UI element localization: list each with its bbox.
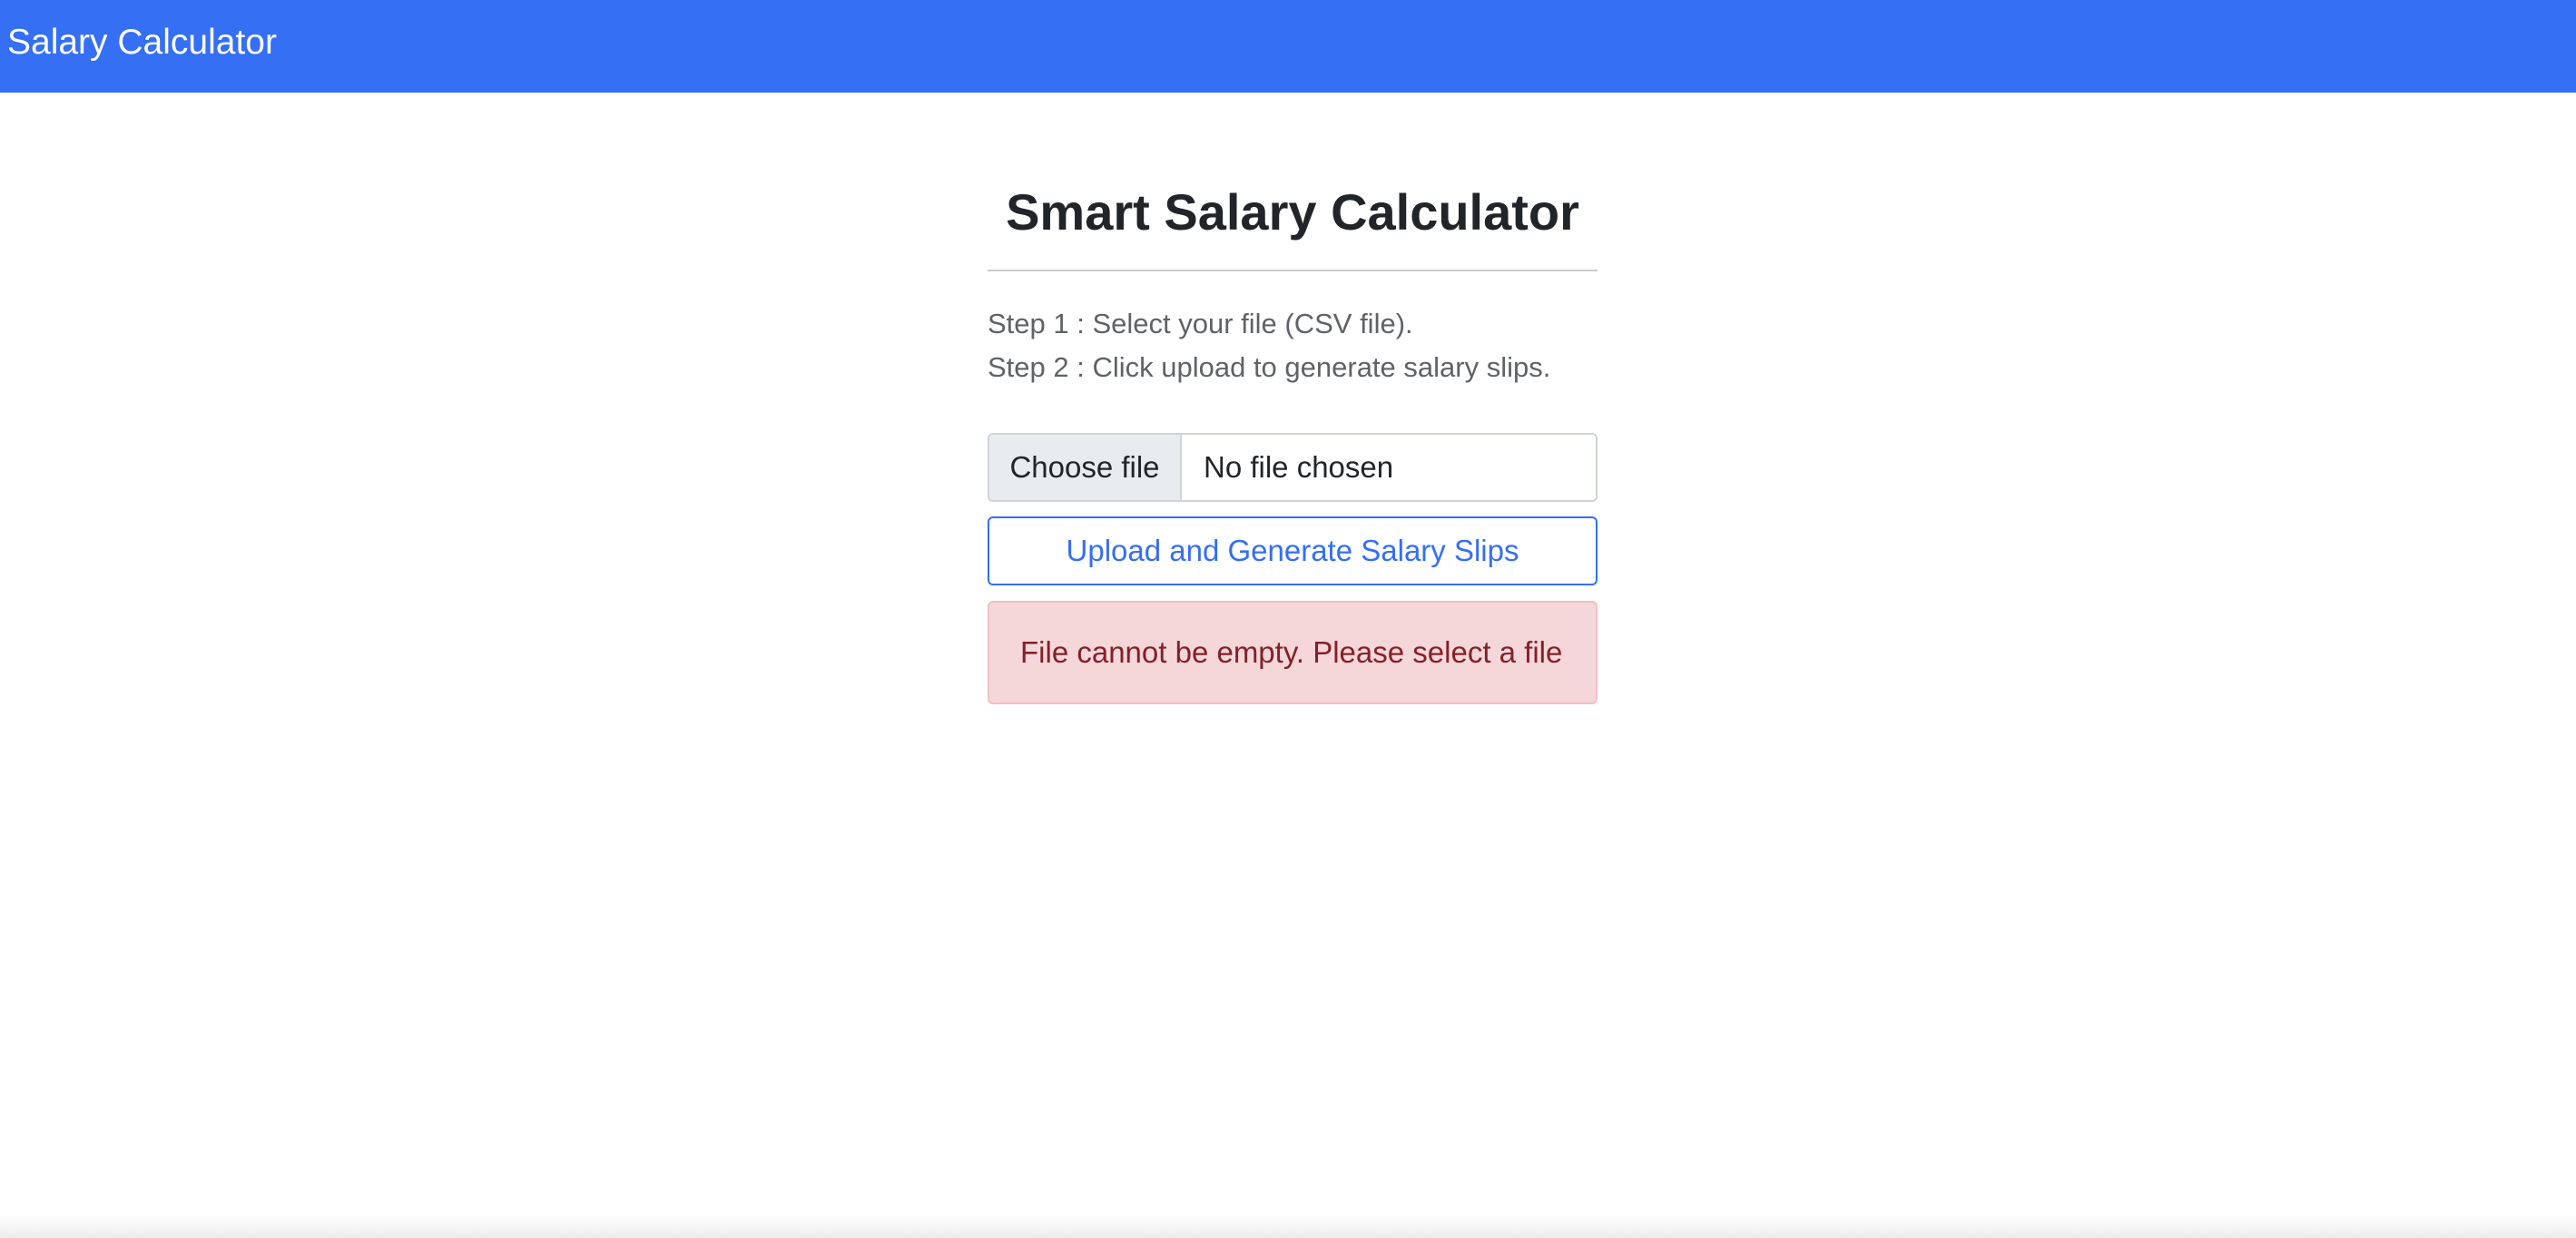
choose-file-button[interactable]: Choose file — [989, 435, 1182, 500]
navbar: Salary Calculator — [0, 0, 2576, 93]
navbar-brand[interactable]: Salary Calculator — [7, 20, 277, 65]
main-content: Smart Salary Calculator Step 1 : Select … — [988, 172, 1598, 704]
file-status-text: No file chosen — [1204, 450, 1394, 484]
upload-generate-button[interactable]: Upload and Generate Salary Slips — [988, 516, 1598, 585]
file-input[interactable]: Choose file No file chosen — [988, 433, 1598, 502]
page-title: Smart Salary Calculator — [1006, 183, 1579, 241]
title-divider — [988, 270, 1598, 271]
bottom-edge-shadow — [0, 1214, 2576, 1238]
step-1-instruction: Step 1 : Select your file (CSV file). — [988, 308, 1413, 339]
error-alert: File cannot be empty. Please select a fi… — [988, 601, 1598, 704]
step-2-instruction: Step 2 : Click upload to generate salary… — [988, 351, 1551, 383]
